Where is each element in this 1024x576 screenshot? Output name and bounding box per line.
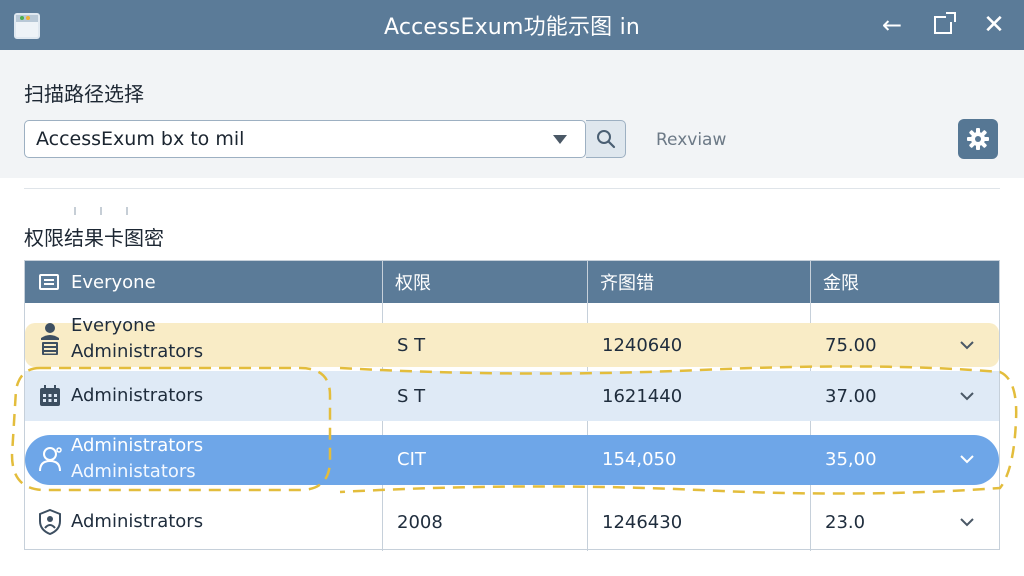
shield-icon xyxy=(39,504,71,540)
list-icon xyxy=(39,274,59,290)
row-name: Administrators xyxy=(71,435,204,456)
scan-path-dropdown[interactable]: AccessExum bx to mil xyxy=(24,120,586,158)
table-row[interactable]: Administrators S T 1621440 37.00 xyxy=(25,371,999,421)
chevron-down-icon[interactable] xyxy=(959,433,975,485)
row-name: Everyone xyxy=(71,315,156,336)
column-header-everyone[interactable]: Everyone xyxy=(39,261,156,303)
row-subname: Administators xyxy=(71,461,196,482)
table-row[interactable]: Administrators 2008 1246430 23.0 xyxy=(25,497,999,547)
row-permission: S T xyxy=(397,385,426,407)
column-header-4[interactable]: 金限 xyxy=(823,261,859,303)
title-bar: AccessExum功能示图 in ← ✕ xyxy=(0,0,1024,50)
table-row[interactable]: Everyone Administrators S T 1240640 75.0… xyxy=(25,311,999,367)
column-header-3[interactable]: 齐图错 xyxy=(600,261,654,303)
scan-path-label: 扫描路径选择 xyxy=(24,82,144,106)
section-divider xyxy=(24,188,1000,189)
chevron-down-icon[interactable] xyxy=(959,497,975,547)
back-arrow-icon[interactable]: ← xyxy=(874,7,910,43)
search-icon xyxy=(596,130,615,149)
chevron-down-icon[interactable] xyxy=(959,323,975,367)
row-amount: 35,00 xyxy=(825,448,877,470)
close-icon[interactable]: ✕ xyxy=(976,7,1012,43)
row-amount: 23.0 xyxy=(825,511,866,533)
row-name: Administrators xyxy=(71,511,204,532)
row-number: 1240640 xyxy=(602,334,683,356)
results-section-title: 权限结果卡图密 xyxy=(24,226,164,250)
user-icon xyxy=(39,321,71,357)
row-number: 1621440 xyxy=(602,385,683,407)
row-permission: CIT xyxy=(397,448,426,470)
row-amount: 37.00 xyxy=(825,385,877,407)
settings-button[interactable] xyxy=(958,119,998,159)
row-amount: 75.00 xyxy=(825,334,877,356)
row-number: 1246430 xyxy=(602,511,683,533)
window-title: AccessExum功能示图 in xyxy=(383,15,641,40)
row-subname: Administrators xyxy=(71,341,204,362)
calendar-icon xyxy=(39,378,71,414)
decorative-ticks xyxy=(74,207,134,217)
restore-window-icon[interactable] xyxy=(925,7,961,43)
chevron-down-icon[interactable] xyxy=(959,371,975,421)
permissions-table: Everyone 权限 齐图错 金限 Everyone Administrato… xyxy=(24,260,1000,551)
scan-path-panel: 扫描路径选择 AccessExum bx to mil Rexviaw xyxy=(0,50,1024,178)
row-name: Administrators xyxy=(71,385,204,406)
row-permission: 2008 xyxy=(397,511,443,533)
search-button[interactable] xyxy=(586,120,626,158)
row-number: 154,050 xyxy=(602,448,677,470)
column-header-permission[interactable]: 权限 xyxy=(395,261,431,303)
chevron-down-icon[interactable] xyxy=(553,134,567,144)
app-icon xyxy=(14,13,40,39)
table-header: Everyone 权限 齐图错 金限 xyxy=(25,261,999,303)
gear-icon xyxy=(967,128,989,150)
row-permission: S T xyxy=(397,334,426,356)
person-outline-icon xyxy=(39,441,71,477)
scan-path-value: AccessExum bx to mil xyxy=(36,128,245,150)
review-link[interactable]: Rexviaw xyxy=(656,130,726,150)
table-row-selected[interactable]: Administrators Administators CIT 154,050… xyxy=(25,433,999,485)
